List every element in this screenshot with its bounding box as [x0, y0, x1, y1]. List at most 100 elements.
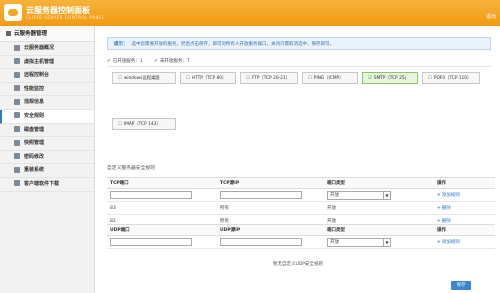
port-toggle-imap[interactable]: ☐ IMAP（TCP 143）: [112, 118, 176, 130]
tcp-rules-table: TCP端口 TCP源IP 端口类型 操作 开放 ▼ +添加规则 83 所有 开放 …: [107, 177, 495, 228]
download-icon: [14, 180, 20, 187]
sidebar-heading[interactable]: 云服务器管理: [0, 26, 94, 42]
check-icon: ✔: [107, 59, 111, 64]
port-toggle-http[interactable]: ☐ HTTP（TCP 80）: [180, 72, 236, 84]
tcp-source-ip-input[interactable]: [220, 191, 302, 199]
warning-icon: [14, 98, 20, 105]
port-label: windows远程桌面: [123, 76, 160, 81]
column-header: 端口类型: [324, 224, 434, 236]
plus-icon: +: [437, 193, 441, 198]
checkbox-icon: ☐: [118, 76, 122, 81]
sidebar-item-label: 密码修改: [24, 153, 45, 160]
sidebar-item-security[interactable]: 安全规则: [0, 109, 94, 124]
empty-udp-message: 暂无自定义UDP安全规则: [273, 262, 323, 267]
checkbox-checked-icon: ☑: [368, 76, 372, 81]
port-toggle-smtp[interactable]: ☑ SMTP（TCP 25）: [362, 72, 418, 84]
save-button[interactable]: 保存: [451, 281, 471, 290]
checkbox-icon: ☐: [428, 76, 432, 81]
sidebar-item-password[interactable]: 密码修改: [0, 150, 94, 165]
sidebar-item-download[interactable]: 客户端软件下载: [0, 177, 94, 192]
tcp-port-type-select[interactable]: 开放 ▼: [327, 190, 391, 200]
sidebar-item-violations[interactable]: 违规信息: [0, 96, 94, 110]
checkbox-icon: ☐: [308, 76, 312, 81]
table-row: 开放 ▼ +添加规则: [107, 235, 495, 249]
top-header: 云服务器控制面板 CLOUD SERVER CONTROL PANEL 退出: [0, 0, 500, 26]
notice-label: 提示：: [114, 42, 128, 47]
plus-icon: +: [437, 206, 441, 211]
add-rule-label: 添加规则: [441, 240, 460, 245]
delete-rule-link[interactable]: +删除: [437, 206, 451, 211]
port-label: PING（ICMP）: [313, 76, 344, 81]
sidebar-item-label: 云服务器概况: [24, 45, 55, 51]
reinstall-icon: [14, 166, 20, 173]
delete-label: 删除: [441, 206, 451, 211]
sidebar-item-label: 远程控制台: [24, 72, 50, 79]
sidebar-item-monitor[interactable]: 性能监控: [0, 82, 94, 97]
host-icon: [14, 58, 20, 65]
port-label: SMTP（TCP 25）: [373, 76, 409, 81]
sidebar-item-snapshot[interactable]: 快照管理: [0, 137, 94, 151]
port-cell: 83: [107, 201, 217, 215]
port-label: FTP（TCP 20-21）: [251, 76, 290, 81]
shield-icon: [14, 112, 20, 119]
sidebar-item-label: 磁盘管理: [24, 126, 45, 133]
notice-text: 选中您需要开放的服务，然后点击保存，即可对所有人开放服务端口，关闭只需取消选中，…: [131, 42, 335, 47]
console-icon: [14, 71, 20, 78]
key-icon: [14, 153, 20, 160]
logout-link[interactable]: 退出: [486, 13, 496, 20]
add-rule-label: 添加规则: [441, 193, 460, 198]
udp-port-input[interactable]: [110, 238, 192, 246]
port-label: POP3（TCP 110）: [433, 76, 472, 81]
sidebar-item-disk[interactable]: 磁盘管理: [0, 123, 94, 138]
tcp-port-input[interactable]: [110, 191, 192, 199]
column-header: UDP端口: [107, 224, 217, 236]
checkbox-icon: ☐: [246, 76, 250, 81]
sidebar-item-label: 性能监控: [24, 85, 45, 92]
sidebar-item-console[interactable]: 远程控制台: [0, 69, 94, 83]
port-toggle-ping[interactable]: ☐ PING（ICMP）: [302, 72, 358, 84]
custom-rules-title: 自定义服务器安全规则: [107, 166, 155, 171]
app-subtitle: CLOUD SERVER CONTROL PANEL: [26, 15, 105, 20]
port-label: HTTP（TCP 80）: [191, 76, 227, 81]
column-header: TCP端口: [107, 177, 217, 189]
main-panel: 提示： 选中您需要开放的服务，然后点击保存，即可对所有人开放服务端口，关闭只需取消…: [96, 26, 500, 293]
service-status: ✔ 已开放服务：1 ✔ 未开放服务：7: [107, 56, 491, 67]
port-toggle-pop3[interactable]: ☐ POP3（TCP 110）: [422, 72, 480, 84]
notice-bar: 提示： 选中您需要开放的服务，然后点击保存，即可对所有人开放服务端口，关闭只需取消…: [107, 37, 491, 50]
server-icon: [6, 31, 11, 36]
udp-source-ip-input[interactable]: [220, 238, 302, 246]
port-label: IMAP（TCP 143）: [123, 122, 161, 127]
column-header: 操作: [434, 177, 495, 189]
column-header: TCP源IP: [217, 177, 324, 189]
select-value: 开放: [330, 239, 339, 245]
closed-count: 未开放服务：7: [159, 59, 190, 64]
sidebar-heading-label: 云服务器管理: [14, 31, 48, 37]
monitor-icon: [14, 85, 20, 92]
column-header: UDP源IP: [217, 224, 324, 236]
overview-icon: [14, 44, 20, 51]
sidebar-item-label: 客户端软件下载: [24, 180, 60, 187]
table-row: 开放 ▼ +添加规则: [107, 188, 495, 202]
select-value: 开放: [330, 192, 339, 198]
table-header-row: UDP端口 UDP源IP 端口类型 操作: [107, 224, 495, 236]
disk-icon: [14, 126, 20, 133]
column-header: 操作: [434, 224, 495, 236]
sidebar-item-overview[interactable]: 云服务器概况: [0, 42, 94, 56]
table-row: 83 所有 开放 +删除: [107, 201, 495, 215]
sidebar-item-label: 虚拟主机管理: [24, 58, 55, 65]
sidebar-item-label: 违规信息: [24, 99, 45, 106]
udp-port-type-select[interactable]: 开放 ▼: [327, 237, 391, 247]
sidebar-item-label: 安全规则: [24, 112, 45, 119]
port-toggle-rdp[interactable]: ☐ windows远程桌面: [112, 72, 176, 84]
udp-rules-table: UDP端口 UDP源IP 端口类型 操作 开放 ▼ +添加规则: [107, 224, 495, 249]
chevron-down-icon: ▼: [383, 238, 390, 246]
checkbox-icon: ☐: [186, 76, 190, 81]
add-udp-rule-link[interactable]: +添加规则: [437, 240, 460, 245]
ip-cell: 所有: [217, 201, 324, 215]
plus-icon: +: [437, 240, 441, 245]
sidebar-item-host[interactable]: 虚拟主机管理: [0, 55, 94, 70]
add-tcp-rule-link[interactable]: +添加规则: [437, 193, 460, 198]
port-toggle-ftp[interactable]: ☐ FTP（TCP 20-21）: [240, 72, 298, 84]
sidebar-item-reinstall[interactable]: 重装系统: [0, 164, 94, 178]
table-header-row: TCP端口 TCP源IP 端口类型 操作: [107, 177, 495, 189]
